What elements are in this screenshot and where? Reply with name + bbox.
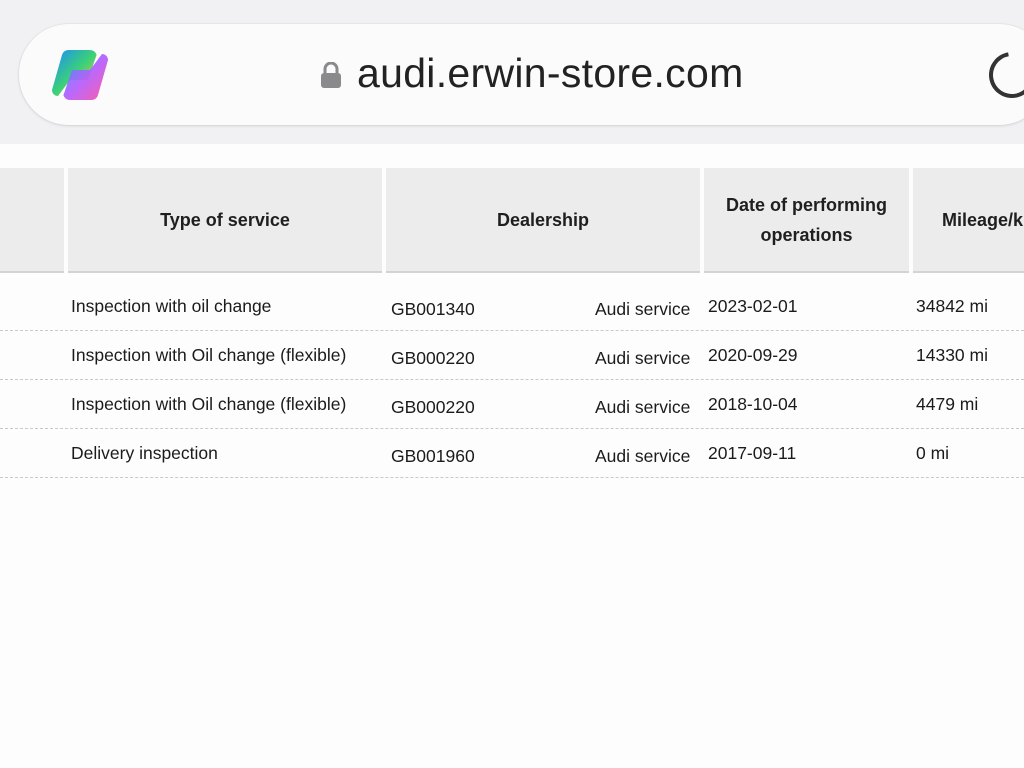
cell-dealer-code: GB001960 bbox=[391, 446, 475, 466]
copilot-icon[interactable] bbox=[50, 46, 110, 104]
browser-chrome: audi.erwin-store.com bbox=[0, 0, 1024, 144]
cell-service-type: Delivery inspection bbox=[71, 443, 218, 463]
header-type-of-service: Type of service bbox=[68, 168, 382, 273]
lock-icon bbox=[321, 62, 341, 88]
cell-date: 2017-09-11 bbox=[708, 443, 797, 463]
header-date-line1: Date of performing bbox=[725, 194, 887, 215]
header-date: Date of performing operations bbox=[704, 168, 909, 273]
header-dealership: Dealership bbox=[386, 168, 700, 273]
header-cell-hidden bbox=[0, 168, 64, 273]
url-text[interactable]: audi.erwin-store.com bbox=[357, 50, 744, 97]
cell-mileage: 0 mi bbox=[916, 443, 950, 463]
table-row: Inspection with Oil change (flexible) GB… bbox=[0, 380, 1024, 429]
header-date-line2: operations bbox=[760, 224, 853, 245]
header-mileage: Mileage/k bbox=[913, 168, 1024, 273]
table-row: Delivery inspection GB001960 Audi servic… bbox=[0, 429, 1024, 478]
table-row: Inspection with oil change GB001340 Audi… bbox=[0, 282, 1024, 331]
cell-dealer-name: Audi service bbox=[595, 446, 691, 466]
table-row: Inspection with Oil change (flexible) GB… bbox=[0, 331, 1024, 380]
